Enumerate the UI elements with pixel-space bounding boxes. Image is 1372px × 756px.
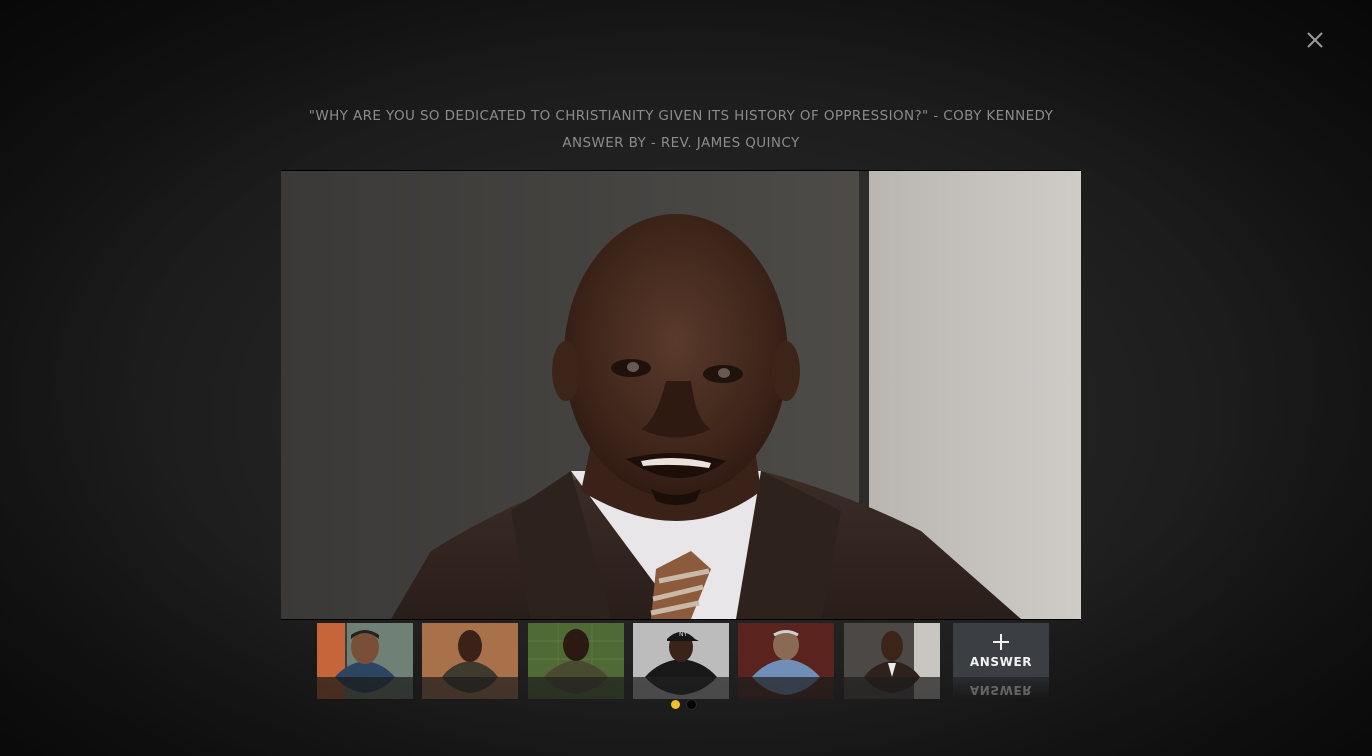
video-frame [281,171,1081,619]
pager-dot-2[interactable] [687,700,696,709]
answer-button-label: ANSWER [969,655,1033,669]
add-answer-button[interactable]: ANSWER [953,623,1049,677]
answer-thumbnail[interactable] [317,623,413,699]
answer-thumbnail[interactable] [738,623,834,699]
video-player[interactable] [281,170,1081,620]
plus-icon [993,634,1009,650]
person-thumbnail-icon [844,623,940,677]
close-icon [1307,32,1323,48]
answer-thumbnail[interactable]: NY [633,623,729,699]
close-button[interactable] [1300,25,1330,55]
question-title: "WHY ARE YOU SO DEDICATED TO CHRISTIANIT… [308,108,1054,124]
person-thumbnail-icon [422,623,518,677]
person-thumbnail-icon [528,623,624,677]
answer-button-reflection-label: ANSWER [969,683,1033,697]
person-thumbnail-icon [738,623,834,677]
answer-thumbnail[interactable] [528,623,624,699]
svg-text:NY: NY [679,631,687,638]
answer-thumbnail[interactable] [422,623,518,699]
person-thumbnail-icon [317,623,413,677]
person-thumbnail-icon: NY [633,623,729,677]
answer-thumbnail[interactable] [844,623,940,699]
pager-dot-1[interactable] [671,700,680,709]
answer-attribution: ANSWER BY - REV. JAMES QUINCY [562,135,800,151]
answer-button-reflection: ANSWER [953,677,1049,699]
